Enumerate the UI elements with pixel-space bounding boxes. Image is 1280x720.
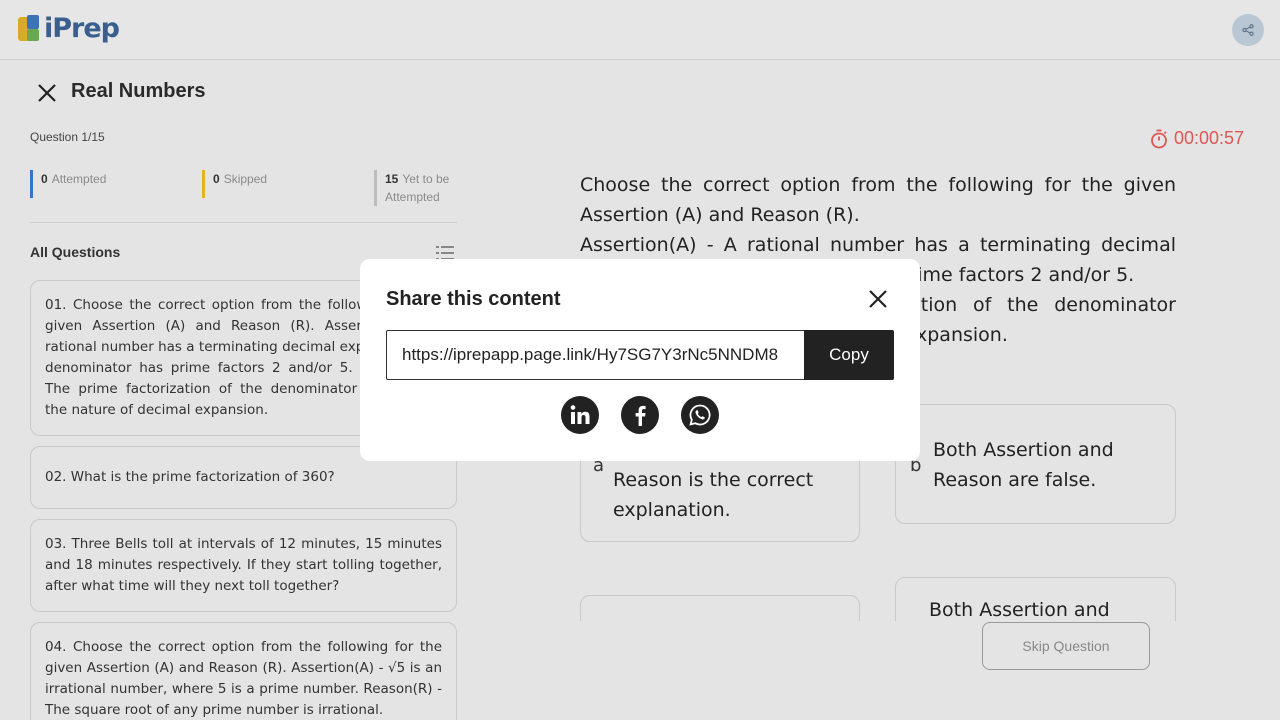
chapter-title: Real Numbers — [71, 80, 206, 102]
skipped-count: 0 — [213, 172, 220, 186]
option-b-text: Both Assertion and Reason are false. — [933, 439, 1114, 491]
question-counter: Question 1/15 — [30, 130, 105, 144]
stopwatch-icon — [1151, 129, 1167, 148]
remaining-count: 15 — [385, 172, 399, 186]
remaining-stat: 15 Yet to be Attempted — [374, 170, 464, 206]
timer-value: 00:00:57 — [1174, 128, 1245, 148]
all-questions-heading: All Questions — [30, 244, 121, 260]
copy-button[interactable]: Copy — [804, 330, 894, 380]
top-bar: iPrep — [0, 0, 1280, 60]
linkedin-button[interactable] — [561, 396, 599, 434]
attempted-count: 0 — [41, 172, 48, 186]
facebook-icon — [635, 405, 646, 426]
attempted-label: Attempted — [51, 172, 107, 186]
option-b[interactable]: b Both Assertion and Reason are false. — [895, 404, 1176, 524]
skipped-label: Skipped — [223, 172, 268, 186]
timer: 00:00:57 — [1150, 128, 1244, 149]
logo-text: iPrep — [44, 13, 120, 44]
modal-title: Share this content — [386, 288, 561, 310]
question-list-item-4[interactable]: 04. Choose the correct option from the f… — [30, 622, 457, 720]
skipped-stat: 0 Skipped — [202, 170, 267, 198]
logo-mark-icon — [18, 14, 42, 43]
option-d-text: Both Assertion and — [929, 599, 1110, 621]
attempted-stat: 0 Attempted — [30, 170, 106, 198]
whatsapp-icon — [689, 404, 711, 426]
close-quiz-icon[interactable] — [36, 82, 58, 104]
question-list-item-3[interactable]: 03. Three Bells toll at intervals of 12 … — [30, 519, 457, 612]
share-modal: Share this content Copy — [360, 259, 920, 461]
option-c[interactable] — [580, 595, 860, 621]
share-button[interactable] — [1232, 14, 1264, 46]
facebook-button[interactable] — [621, 396, 659, 434]
option-d[interactable]: Both Assertion and — [895, 577, 1176, 621]
question-line-1: Choose the correct option from the follo… — [580, 174, 1176, 226]
whatsapp-button[interactable] — [681, 396, 719, 434]
skip-question-button[interactable]: Skip Question — [982, 622, 1150, 670]
iprep-logo[interactable]: iPrep — [18, 13, 120, 44]
linkedin-icon — [570, 405, 590, 424]
divider — [30, 222, 457, 223]
share-icon — [1242, 24, 1254, 36]
close-icon[interactable] — [868, 289, 888, 309]
share-url-input[interactable] — [386, 330, 805, 380]
